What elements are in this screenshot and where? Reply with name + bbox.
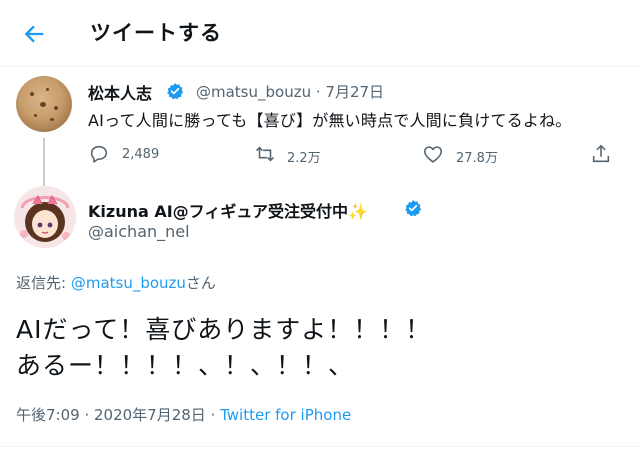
thread-connector-line	[43, 138, 45, 186]
reply-count: 2,489	[122, 147, 160, 162]
reply-icon[interactable]	[88, 143, 110, 165]
reply-prefix: 返信先:	[16, 274, 71, 292]
retweet-icon[interactable]	[254, 143, 276, 165]
share-icon[interactable]	[590, 143, 612, 165]
tweet-timestamp[interactable]: 午後7:09 · 2020年7月28日 ·	[16, 406, 220, 424]
author-name[interactable]: Kizuna AI@フィギュア受注受付中✨	[88, 198, 368, 222]
reply-suffix: さん	[185, 274, 216, 292]
author-name[interactable]: 松本人志	[88, 80, 152, 104]
reply-to-user-link[interactable]: @matsu_bouzu	[71, 274, 186, 292]
author-handle[interactable]: @matsu_bouzu	[196, 83, 311, 101]
tweet-metadata: 午後7:09 · 2020年7月28日 · Twitter for iPhone	[16, 404, 351, 425]
page-title: ツイートする	[90, 21, 222, 45]
verified-badge-icon	[167, 83, 184, 100]
separator-dot: ·	[315, 83, 326, 101]
like-count: 27.8万	[456, 151, 498, 166]
avatar-matsumoto[interactable]	[16, 76, 72, 132]
tweet-text-line-2: あるー！！！！、！、！！、	[16, 351, 355, 380]
back-arrow-icon[interactable]	[20, 20, 48, 48]
tweet-text: AIだって！喜びありますよ！！！！ あるー！！！！、！、！！、	[16, 312, 431, 384]
tweet-text: AIって人間に勝っても【喜び】が無い時点で人間に負けてるよね。	[88, 111, 572, 130]
like-icon[interactable]	[422, 143, 444, 165]
tweet-source-link[interactable]: Twitter for iPhone	[220, 406, 351, 424]
tweet-text-line-1: AIだって！喜びありますよ！！！！	[16, 315, 432, 344]
avatar-kizuna-ai[interactable]	[14, 186, 76, 248]
divider	[0, 446, 640, 447]
author-handle[interactable]: @aichan_nel	[88, 222, 190, 241]
tweet-date[interactable]: 7月27日	[325, 83, 384, 101]
verified-badge-icon	[405, 200, 422, 217]
author-handle-and-date: @matsu_bouzu · 7月27日	[196, 81, 384, 102]
retweet-count: 2.2万	[287, 151, 321, 166]
replying-to: 返信先: @matsu_bouzuさん	[16, 272, 216, 293]
